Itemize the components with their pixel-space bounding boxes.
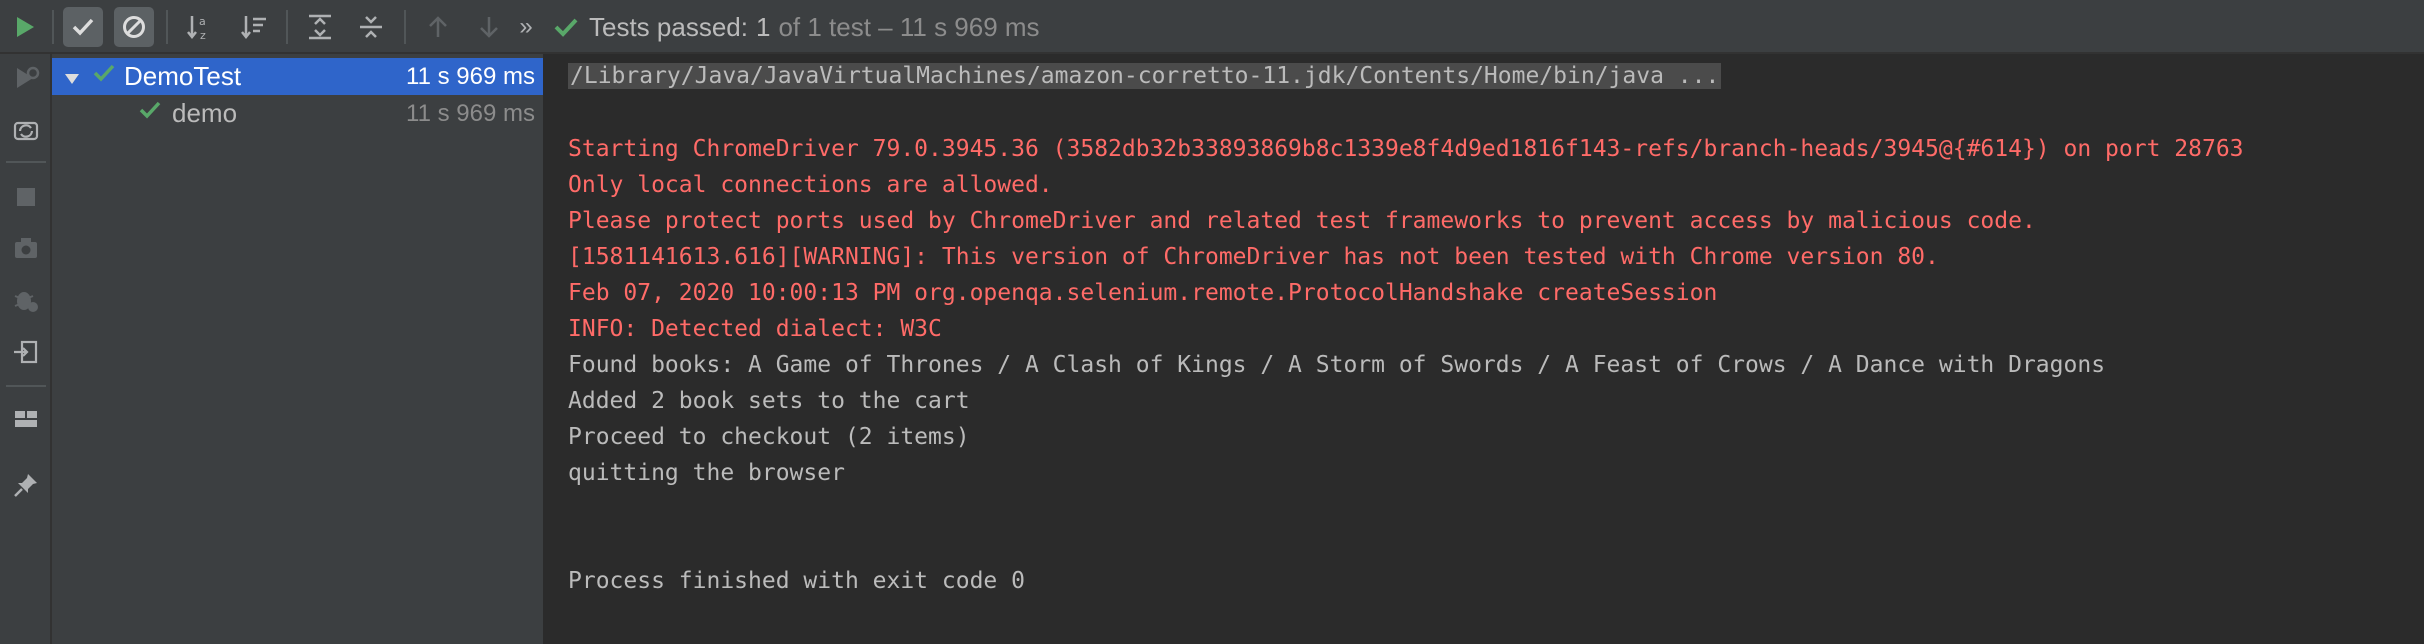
more-actions-button[interactable]: » bbox=[508, 7, 544, 47]
console-line: Found books: A Game of Thrones / A Clash… bbox=[568, 352, 2106, 378]
passed-check-icon bbox=[554, 18, 578, 37]
test-passed-icon bbox=[138, 98, 162, 129]
rerun-button[interactable] bbox=[4, 7, 44, 47]
console-line: Proceed to checkout (2 items) bbox=[568, 424, 970, 450]
status-detail: of 1 test – 11 s 969 ms bbox=[778, 11, 1040, 42]
console-line: Added 2 book sets to the cart bbox=[568, 388, 970, 414]
test-runner-toolbar: az » Tests passed: 1 of 1 test – 11 s 96… bbox=[0, 0, 2424, 54]
collapse-all-button[interactable] bbox=[351, 7, 391, 47]
collapse-all-icon bbox=[360, 16, 382, 38]
console-line: Please protect ports used by ChromeDrive… bbox=[568, 208, 2036, 234]
show-passed-button[interactable] bbox=[63, 7, 103, 47]
tree-row-demotest[interactable]: DemoTest 11 s 969 ms bbox=[52, 58, 543, 95]
double-chevron-icon: » bbox=[519, 13, 533, 40]
stop-icon bbox=[17, 188, 35, 206]
auto-rerun-icon bbox=[13, 121, 39, 141]
import-icon bbox=[14, 340, 38, 364]
check-icon bbox=[72, 18, 94, 36]
console-command-line[interactable]: /Library/Java/JavaVirtualMachines/amazon… bbox=[568, 59, 1722, 93]
restore-layout-button[interactable] bbox=[6, 399, 46, 439]
console-output[interactable]: /Library/Java/JavaVirtualMachines/amazon… bbox=[545, 54, 2424, 644]
next-failed-button[interactable] bbox=[469, 7, 509, 47]
sort-alphabetically-button[interactable]: az bbox=[180, 7, 220, 47]
pin-tab-button[interactable] bbox=[6, 465, 46, 505]
test-tree: DemoTest 11 s 969 ms demo 11 s 969 ms bbox=[52, 54, 545, 644]
previous-failed-button[interactable] bbox=[418, 7, 458, 47]
toggle-auto-test-button[interactable] bbox=[6, 110, 46, 150]
tree-row-duration: 11 s 969 ms bbox=[406, 62, 535, 90]
dump-threads-button[interactable] bbox=[6, 228, 46, 268]
bug-gear-icon bbox=[14, 292, 38, 312]
tree-row-duration: 11 s 969 ms bbox=[406, 99, 535, 127]
console-line: Feb 07, 2020 10:00:13 PM org.openqa.sele… bbox=[568, 280, 1718, 306]
command-text: /Library/Java/JavaVirtualMachines/amazon… bbox=[568, 63, 1722, 89]
layout-icon bbox=[15, 411, 37, 427]
debug-settings-button[interactable] bbox=[6, 280, 46, 320]
arrow-down-icon bbox=[480, 17, 498, 38]
stop-button[interactable] bbox=[6, 177, 46, 217]
expand-all-button[interactable] bbox=[300, 7, 340, 47]
play-icon bbox=[17, 17, 34, 37]
import-tests-button[interactable] bbox=[6, 332, 46, 372]
console-line: Process finished with exit code 0 bbox=[568, 568, 1025, 594]
ignored-icon bbox=[123, 16, 145, 38]
expand-all-icon bbox=[309, 14, 331, 40]
status-passed-count: 1 bbox=[755, 11, 771, 42]
console-line: INFO: Detected dialect: W3C bbox=[568, 316, 942, 342]
tree-row-demo[interactable]: demo 11 s 969 ms bbox=[52, 95, 543, 132]
rerun-failed-icon bbox=[17, 66, 40, 88]
rerun-failed-button[interactable] bbox=[6, 58, 46, 98]
expand-triangle-icon[interactable] bbox=[64, 61, 80, 92]
arrow-up-icon bbox=[429, 16, 447, 37]
console-line: Only local connections are allowed. bbox=[568, 172, 1053, 198]
test-status: Tests passed: 1 of 1 test – 11 s 969 ms bbox=[553, 10, 1040, 44]
sort-by-duration-button[interactable] bbox=[234, 7, 274, 47]
sort-duration-icon bbox=[241, 16, 266, 40]
tree-row-label: demo bbox=[172, 98, 238, 128]
console-line: quitting the browser bbox=[568, 460, 845, 486]
show-ignored-button[interactable] bbox=[114, 7, 154, 47]
camera-icon bbox=[15, 238, 37, 258]
tree-row-label: DemoTest bbox=[124, 61, 242, 91]
svg-text:a: a bbox=[199, 15, 206, 28]
left-toolbar bbox=[0, 54, 52, 644]
svg-text:z: z bbox=[200, 29, 206, 42]
pin-icon bbox=[14, 474, 37, 497]
status-prefix: Tests passed: bbox=[589, 11, 748, 42]
console-line: [1581141613.616][WARNING]: This version … bbox=[568, 244, 1939, 270]
test-passed-icon bbox=[92, 61, 116, 92]
console-line: Starting ChromeDriver 79.0.3945.36 (3582… bbox=[568, 136, 2244, 162]
sort-alpha-icon: az bbox=[187, 15, 206, 42]
